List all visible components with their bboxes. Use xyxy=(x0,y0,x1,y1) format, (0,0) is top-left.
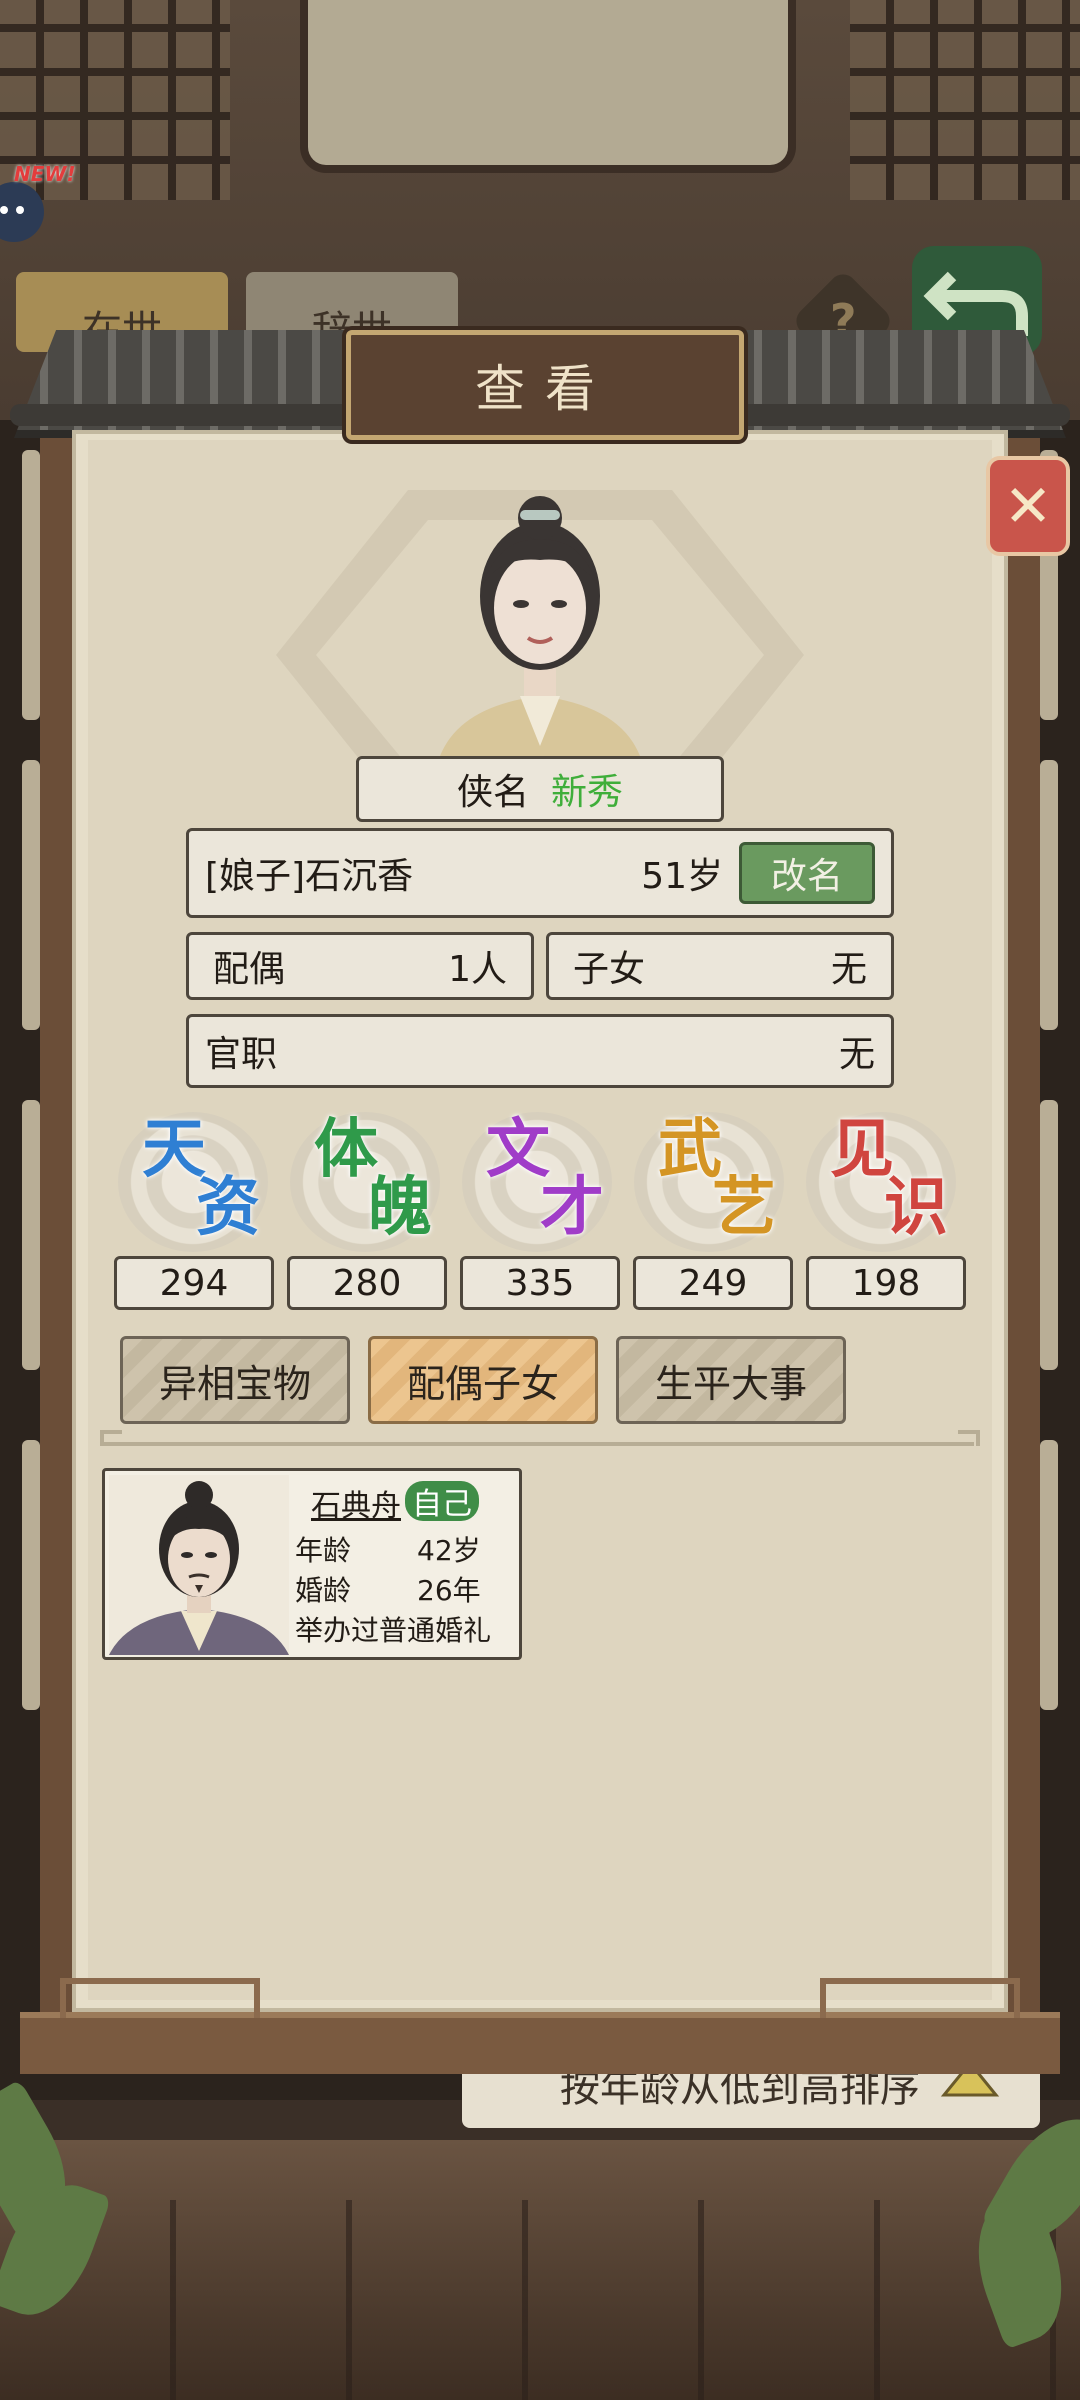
list-item xyxy=(22,1440,40,1710)
rename-button[interactable]: 改名 xyxy=(739,842,875,904)
list-item xyxy=(22,1100,40,1370)
divider-cap-right xyxy=(958,1430,980,1446)
marriage-duration-label: 婚龄 xyxy=(295,1574,352,1607)
dialog-title: 查看 xyxy=(346,330,744,440)
list-item xyxy=(1040,1100,1058,1370)
office-value: 无 xyxy=(838,1034,875,1075)
divider-cap-left xyxy=(100,1430,122,1446)
name-row: [娘子]石沉香 51岁 改名 xyxy=(186,828,894,918)
list-item xyxy=(22,760,40,1030)
title-tag: 侠名 新秀 xyxy=(356,756,724,822)
children-count: 无 xyxy=(830,949,867,990)
close-icon: ✕ xyxy=(1003,472,1053,540)
tab-treasures[interactable]: 异相宝物 xyxy=(120,1336,350,1424)
stat-value-physique: 280 xyxy=(287,1256,447,1310)
spouse-row: 配偶 1人 xyxy=(186,932,534,1000)
stat-emblem-physique: 体 魄 xyxy=(290,1108,446,1254)
office-label: 官职 xyxy=(205,1034,278,1075)
self-badge: 自己 xyxy=(405,1481,479,1522)
tab-spouse-children[interactable]: 配偶子女 xyxy=(368,1336,598,1424)
dialog-frame-base xyxy=(20,2012,1060,2074)
wedding-ceremony-text: 举办过普通婚礼 xyxy=(295,1614,492,1647)
character-portrait xyxy=(420,456,660,756)
stat-emblem-talent: 天 资 xyxy=(118,1108,274,1254)
spouse-label: 配偶 xyxy=(213,949,286,990)
tab-life-events[interactable]: 生平大事 xyxy=(616,1336,846,1424)
character-age: 51岁 xyxy=(641,856,723,897)
list-item xyxy=(1040,1440,1058,1710)
new-badge-label: NEW! xyxy=(14,162,76,186)
list-item xyxy=(22,450,40,720)
stat-emblem-literary: 文 才 xyxy=(462,1108,618,1254)
stat-value-knowledge: 198 xyxy=(806,1256,966,1310)
marriage-duration-value: 26年 xyxy=(417,1574,481,1607)
floor-planks xyxy=(0,2200,1080,2400)
stat-glyph: 魄 xyxy=(368,1170,432,1245)
stat-value-literary: 335 xyxy=(460,1256,620,1310)
spouse-name: 石典舟 xyxy=(311,1489,401,1524)
wall-painting xyxy=(300,0,796,173)
stat-glyph: 才 xyxy=(540,1170,604,1245)
office-row: 官职 无 xyxy=(186,1014,894,1088)
window-lattice-right xyxy=(850,0,1080,200)
spouse-portrait xyxy=(109,1475,289,1655)
frame-rail-left xyxy=(60,1978,260,2018)
spouse-age-value: 42岁 xyxy=(417,1534,481,1567)
title-label: 侠名 xyxy=(456,772,529,813)
stat-emblem-knowledge: 见 识 xyxy=(806,1108,962,1254)
children-label: 子女 xyxy=(573,949,646,990)
stat-value-martial: 249 xyxy=(633,1256,793,1310)
spouse-count: 1人 xyxy=(448,949,507,990)
section-divider xyxy=(104,1442,974,1446)
stat-value-talent: 294 xyxy=(114,1256,274,1310)
stat-glyph: 艺 xyxy=(712,1170,776,1245)
stat-glyph: 资 xyxy=(196,1170,260,1245)
stat-glyph: 识 xyxy=(884,1170,948,1245)
title-value: 新秀 xyxy=(551,772,624,813)
new-avatar-icon[interactable]: NEW! xyxy=(0,162,76,252)
list-item xyxy=(1040,760,1058,1030)
frame-rail-right xyxy=(820,1978,1020,2018)
spouse-age-label: 年龄 xyxy=(295,1534,352,1567)
character-name: [娘子]石沉香 xyxy=(205,856,414,897)
close-button[interactable]: ✕ xyxy=(986,456,1070,556)
spouse-card[interactable]: 石典舟 自己 年龄 42岁 婚龄 26年 举办过普通婚礼 xyxy=(102,1468,522,1660)
stat-emblem-martial: 武 艺 xyxy=(634,1108,790,1254)
children-row: 子女 无 xyxy=(546,932,894,1000)
